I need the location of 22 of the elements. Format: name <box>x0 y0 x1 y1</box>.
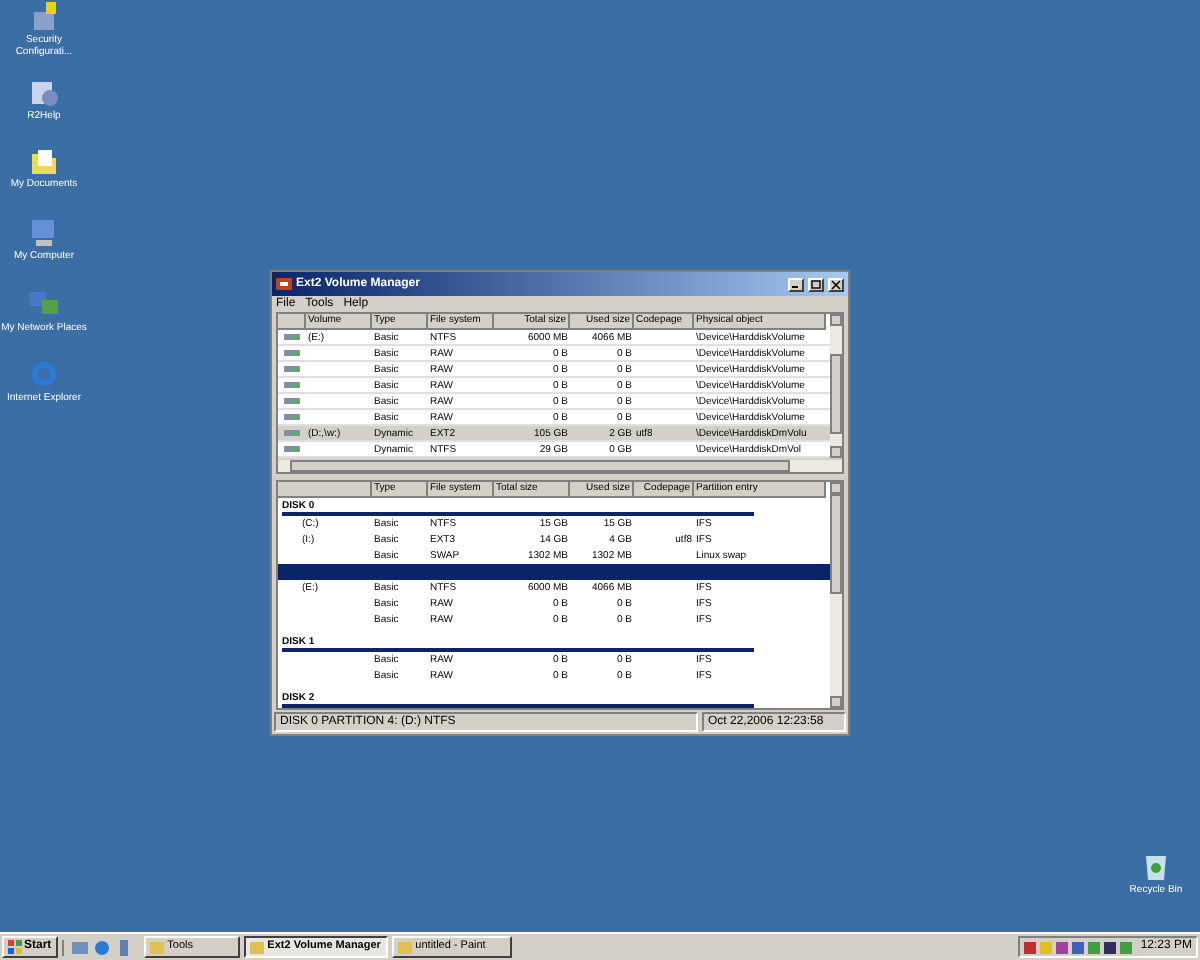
scrollbar[interactable] <box>830 482 842 708</box>
window-icon <box>397 941 412 953</box>
close-button[interactable] <box>828 277 844 291</box>
app-icon <box>276 276 292 292</box>
windows-logo-icon <box>8 940 22 954</box>
computer-icon <box>28 216 60 248</box>
column-header[interactable] <box>278 314 306 330</box>
scrollbar[interactable] <box>278 458 842 472</box>
folder-icon <box>28 144 60 176</box>
maximize-icon <box>810 279 822 289</box>
maximize-button[interactable] <box>808 277 824 291</box>
window-icon <box>249 941 264 953</box>
globe-icon <box>93 939 110 955</box>
desktop-icon <box>71 939 88 955</box>
document-icon <box>28 76 60 108</box>
window-icon <box>149 941 164 953</box>
close-icon <box>830 279 842 289</box>
globe-icon <box>28 358 60 390</box>
scrollbar[interactable] <box>830 314 842 458</box>
recycle-bin-icon <box>1142 850 1170 882</box>
minimize-button[interactable] <box>788 277 804 291</box>
column-header[interactable] <box>278 482 372 498</box>
